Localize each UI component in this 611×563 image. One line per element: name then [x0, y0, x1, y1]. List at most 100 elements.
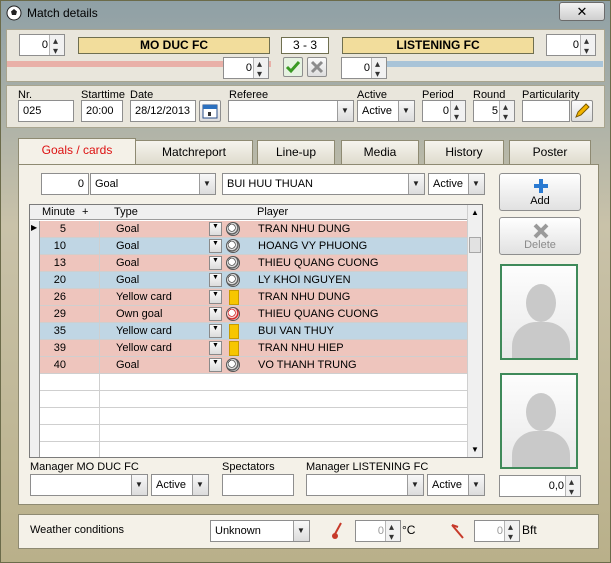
chevron-down-icon[interactable] [468, 475, 484, 495]
spinner-arrows-icon[interactable] [49, 32, 64, 62]
event-type-select[interactable]: Goal [90, 173, 216, 195]
chevron-down-icon[interactable] [468, 174, 484, 194]
table-row[interactable]: 26 Yellow card TRAN NHU DUNG [30, 289, 468, 306]
chevron-down-icon[interactable] [209, 239, 222, 253]
chevron-down-icon[interactable] [408, 174, 424, 194]
row-indicator[interactable] [30, 357, 40, 374]
chevron-down-icon[interactable] [209, 273, 222, 287]
column-minute[interactable]: Minute [42, 206, 75, 218]
row-indicator[interactable] [30, 323, 40, 340]
spinner-arrows-icon[interactable] [565, 473, 580, 503]
home-left-spinner[interactable]: 0 [19, 32, 65, 62]
row-indicator[interactable] [30, 391, 40, 408]
player-select[interactable]: BUI HUU THUAN [222, 173, 425, 195]
row-indicator[interactable] [30, 255, 40, 272]
tab-poster[interactable]: Poster [509, 140, 591, 164]
pencil-icon[interactable] [571, 100, 593, 122]
table-row[interactable]: ▶ 5 Goal TRAN NHU DUNG [30, 221, 468, 238]
close-button[interactable]: ✕ [559, 2, 605, 21]
weather-select[interactable]: Unknown [210, 520, 310, 542]
table-row[interactable] [30, 391, 468, 408]
chevron-down-icon[interactable] [209, 290, 222, 304]
nr-field[interactable]: 025 [18, 100, 74, 122]
active-select[interactable]: Active [357, 100, 415, 122]
home-extra-spinner[interactable]: 0 [223, 55, 269, 85]
chevron-down-icon[interactable] [407, 475, 423, 495]
chevron-down-icon[interactable] [209, 307, 222, 321]
manager-home-status-select[interactable]: Active [151, 474, 209, 496]
table-row[interactable]: 35 Yellow card BUI VAN THUY [30, 323, 468, 340]
column-plus[interactable]: + [82, 206, 88, 218]
tab-line-up[interactable]: Line-up [257, 140, 335, 164]
chevron-down-icon[interactable] [209, 341, 222, 355]
chevron-down-icon[interactable] [192, 475, 208, 495]
minute-entry-field[interactable]: 0 [41, 173, 89, 195]
table-row[interactable] [30, 374, 468, 391]
rating-spinner[interactable]: 0,0 [499, 473, 581, 503]
away-extra-spinner[interactable]: 0 [341, 55, 387, 85]
manager-home-select[interactable] [30, 474, 148, 496]
date-field[interactable]: 28/12/2013 [130, 100, 196, 122]
confirm-check-icon[interactable] [283, 57, 303, 77]
scroll-up-icon[interactable]: ▲ [468, 205, 482, 220]
manager-away-status-select[interactable]: Active [427, 474, 485, 496]
spinner-arrows-icon[interactable] [450, 98, 465, 128]
tab-history[interactable]: History [424, 140, 504, 164]
tab-goals-cards[interactable]: Goals / cards [18, 138, 136, 166]
row-indicator[interactable] [30, 374, 40, 391]
table-row[interactable] [30, 408, 468, 425]
table-row[interactable]: 20 Goal LY KHOI NGUYEN [30, 272, 468, 289]
spinner-arrows-icon[interactable] [499, 98, 514, 128]
chevron-down-icon[interactable] [131, 475, 147, 495]
temperature-spinner[interactable]: 0 [355, 518, 401, 548]
chevron-down-icon[interactable] [209, 358, 222, 372]
column-type[interactable]: Type [114, 206, 138, 218]
row-indicator[interactable] [30, 306, 40, 323]
table-row[interactable]: 39 Yellow card TRAN NHU HIEP [30, 340, 468, 357]
scroll-down-icon[interactable]: ▼ [468, 442, 482, 457]
tab-matchreport[interactable]: Matchreport [135, 140, 253, 164]
spectators-field[interactable] [222, 474, 294, 496]
tab-media[interactable]: Media [341, 140, 419, 164]
spinner-arrows-icon[interactable] [385, 518, 400, 548]
column-player[interactable]: Player [257, 206, 288, 218]
wind-spinner[interactable]: 0 [474, 518, 520, 548]
row-indicator[interactable] [30, 442, 40, 457]
chevron-down-icon[interactable] [337, 101, 353, 121]
chevron-down-icon[interactable] [209, 324, 222, 338]
period-spinner[interactable]: 0 [422, 98, 466, 128]
spinner-arrows-icon[interactable] [504, 518, 519, 548]
row-indicator[interactable] [30, 340, 40, 357]
chevron-down-icon[interactable] [199, 174, 215, 194]
calendar-icon[interactable] [199, 100, 221, 122]
spinner-arrows-icon[interactable] [253, 55, 268, 85]
manager-away-select[interactable] [306, 474, 424, 496]
spinner-arrows-icon[interactable] [580, 32, 595, 62]
round-spinner[interactable]: 5 [473, 98, 515, 128]
event-status-select[interactable]: Active [428, 173, 485, 195]
table-row[interactable]: 40 Goal VO THANH TRUNG [30, 357, 468, 374]
cancel-x-icon[interactable] [307, 57, 327, 77]
scroll-thumb[interactable] [469, 237, 481, 253]
referee-select[interactable] [228, 100, 354, 122]
row-indicator[interactable] [30, 408, 40, 425]
table-row[interactable] [30, 425, 468, 442]
row-indicator[interactable] [30, 272, 40, 289]
chevron-down-icon[interactable] [209, 222, 222, 236]
table-row[interactable] [30, 442, 468, 457]
vertical-scrollbar[interactable]: ▲ ▼ [467, 205, 482, 457]
table-row[interactable]: 10 Goal HOANG VY PHUONG [30, 238, 468, 255]
table-row[interactable]: 29 Own goal THIEU QUANG CUONG [30, 306, 468, 323]
table-row[interactable]: 13 Goal THIEU QUANG CUONG [30, 255, 468, 272]
starttime-field[interactable]: 20:00 [81, 100, 123, 122]
chevron-down-icon[interactable] [293, 521, 309, 541]
chevron-down-icon[interactable] [398, 101, 414, 121]
row-indicator[interactable] [30, 425, 40, 442]
chevron-down-icon[interactable] [209, 256, 222, 270]
delete-button[interactable]: Delete [499, 217, 581, 255]
particularity-field[interactable] [522, 100, 570, 122]
away-right-spinner[interactable]: 0 [546, 32, 596, 62]
spinner-arrows-icon[interactable] [371, 55, 386, 85]
add-button[interactable]: Add [499, 173, 581, 211]
row-indicator[interactable] [30, 289, 40, 306]
